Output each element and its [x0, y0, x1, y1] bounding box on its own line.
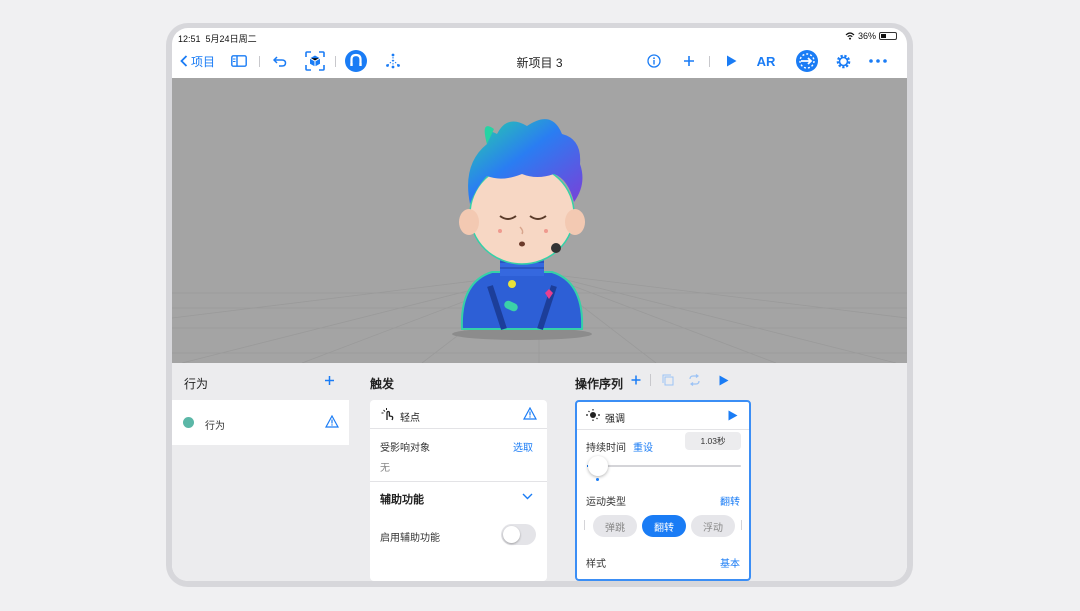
scene-arrow-icon: [796, 50, 818, 72]
divider: [370, 481, 547, 482]
duration-slider-thumb[interactable]: [588, 456, 608, 476]
toggle-knob: [503, 526, 520, 543]
slider-marker: [596, 478, 599, 481]
add-behavior-button[interactable]: [324, 373, 335, 391]
ipad-screen: 12:51 5月24日周二 36% 项目 新项目 3 AR 行为 行为 触发 轻…: [172, 28, 907, 581]
plus-icon: [684, 56, 694, 66]
warning-icon: [325, 415, 339, 428]
segment-edge: [584, 520, 585, 530]
loop-icon[interactable]: [688, 374, 701, 386]
ar-button[interactable]: AR: [754, 50, 778, 72]
trigger-panel: 触发 轻点 受影响对象 选取 无 辅助功能 启用辅助功能: [349, 363, 557, 581]
emphasize-action-card[interactable]: 强调 持续时间 重设 1.03秒 运动类型 翻转 弹跳 翻转 浮动 样式 基本: [575, 400, 751, 581]
action-title: 强调: [605, 414, 625, 425]
gear-icon: [836, 54, 850, 68]
chevron-down-icon[interactable]: [522, 493, 533, 500]
play-icon[interactable]: [719, 375, 729, 386]
divider: [370, 428, 547, 429]
duration-reset-link[interactable]: 重设: [633, 439, 653, 454]
behavior-list-item[interactable]: 行为: [172, 400, 349, 445]
select-objects-link[interactable]: 选取: [513, 439, 533, 454]
plus-icon: [325, 376, 334, 385]
play-button[interactable]: [722, 50, 740, 72]
battery-icon: [879, 32, 897, 40]
affected-objects-value: 无: [380, 463, 390, 474]
behavior-item-label: 行为: [205, 421, 225, 432]
status-right: 36%: [845, 31, 897, 41]
style-label: 样式: [586, 559, 606, 570]
info-button[interactable]: [645, 50, 663, 72]
tap-gesture-icon: [381, 408, 394, 421]
scene-settings-button[interactable]: [795, 50, 819, 72]
enable-accessibility-label: 启用辅助功能: [380, 533, 440, 544]
duplicate-icon[interactable]: [662, 374, 674, 386]
duration-label: 持续时间: [586, 443, 626, 454]
play-icon: [726, 55, 736, 67]
behavior-color-dot: [183, 417, 194, 428]
divider: [577, 429, 749, 430]
toolbar-divider: [650, 374, 651, 386]
emphasize-icon: [586, 409, 600, 421]
play-icon[interactable]: [728, 410, 738, 421]
add-object-button[interactable]: [680, 50, 698, 72]
action-sequence-header: 操作序列: [575, 377, 624, 391]
duration-slider-track[interactable]: [587, 465, 741, 467]
accessibility-toggle[interactable]: [501, 524, 536, 545]
status-time: 12:51 5月24日周二: [178, 34, 257, 44]
motion-option-bounce[interactable]: 弹跳: [593, 515, 637, 537]
affected-objects-label: 受影响对象: [380, 443, 430, 454]
motion-option-float[interactable]: 浮动: [691, 515, 735, 537]
duration-value-field[interactable]: 1.03秒: [685, 432, 741, 450]
info-icon: [647, 54, 661, 68]
settings-button[interactable]: [832, 50, 854, 72]
behaviors-header: 行为: [184, 377, 209, 391]
toolbar-divider: [709, 56, 710, 67]
ellipsis-icon: [869, 59, 887, 63]
wifi-icon: [845, 32, 855, 40]
behaviors-panel: 行为 行为: [172, 363, 349, 581]
more-button[interactable]: [867, 50, 889, 72]
trigger-title: 轻点: [400, 413, 420, 424]
battery-percent: 36%: [857, 31, 876, 41]
avatar-character-model: [452, 119, 592, 340]
scene-viewport[interactable]: [172, 78, 907, 363]
motion-option-flip[interactable]: 翻转: [642, 515, 686, 537]
status-bar: 12:51 5月24日周二 36%: [172, 28, 907, 45]
plus-icon[interactable]: [631, 375, 641, 385]
action-sequence-panel: 操作序列 强调 持续时间 重设 1.03秒 运动类型 翻转 弹跳 翻转 浮动 样…: [557, 363, 907, 581]
toolbar: 项目 新项目 3 AR: [172, 45, 907, 78]
motion-type-label: 运动类型: [586, 497, 626, 508]
motion-type-value[interactable]: 翻转: [720, 493, 740, 508]
tap-trigger-card[interactable]: 轻点 受影响对象 选取 无 辅助功能 启用辅助功能: [370, 400, 547, 581]
style-value[interactable]: 基本: [720, 555, 740, 570]
trigger-header: 触发: [370, 377, 395, 391]
segment-edge: [741, 520, 742, 530]
warning-icon: [523, 407, 537, 420]
accessibility-section-header[interactable]: 辅助功能: [380, 491, 424, 507]
